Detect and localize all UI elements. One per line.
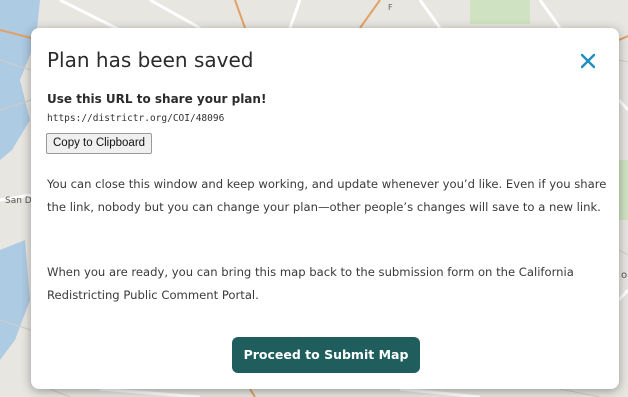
share-heading: Use this URL to share your plan! <box>47 92 267 106</box>
info-paragraph-submission: When you are ready, you can bring this m… <box>47 265 574 302</box>
proceed-to-submit-map-button[interactable]: Proceed to Submit Map <box>232 337 420 373</box>
modal-title: Plan has been saved <box>47 48 254 72</box>
copy-to-clipboard-button[interactable]: Copy to Clipboard <box>46 133 153 154</box>
map-label-san-d: San D <box>5 196 32 206</box>
close-icon[interactable] <box>577 50 599 72</box>
save-plan-modal: Plan has been saved Use this URL to shar… <box>31 28 619 389</box>
share-url: https://districtr.org/COI/48096 <box>47 113 225 124</box>
info-paragraph-keep-working: You can close this window and keep worki… <box>47 177 607 214</box>
map-label-f: F <box>388 3 393 12</box>
map-label-o: o <box>621 270 627 281</box>
